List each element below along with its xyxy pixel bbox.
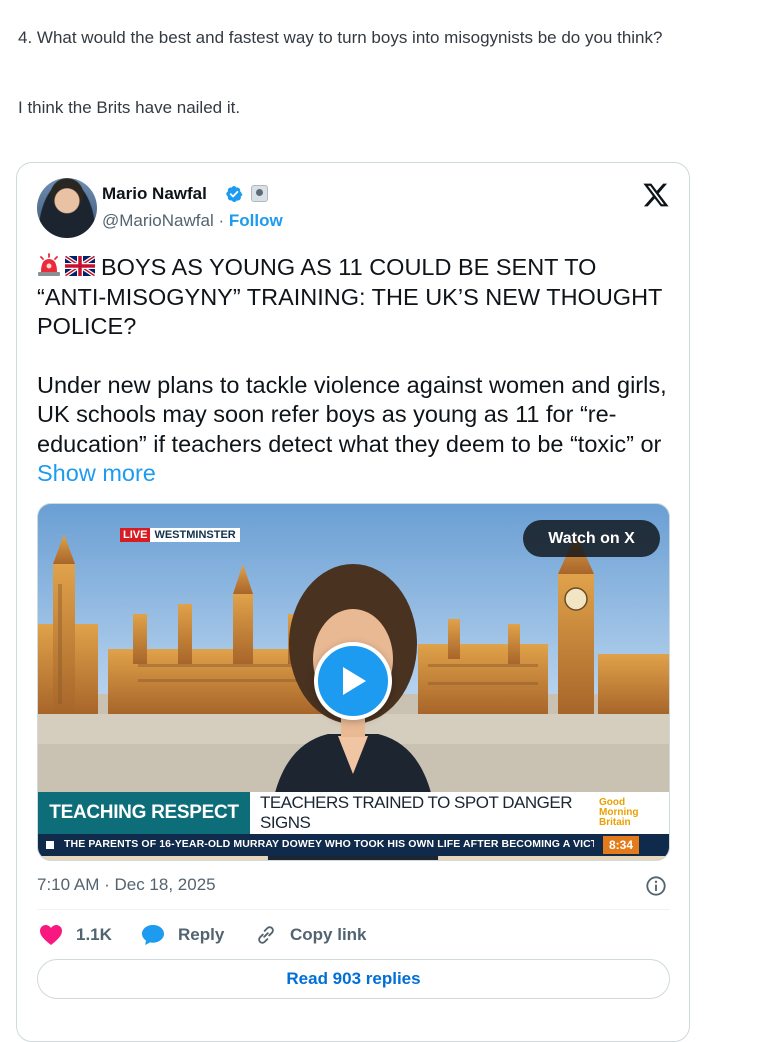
post-question: 4. What would the best and fastest way t… <box>18 28 663 47</box>
link-icon <box>258 926 274 944</box>
x-logo-icon[interactable] <box>641 181 671 209</box>
ticker-bullet <box>46 841 54 849</box>
tweet-text: BOYS AS YOUNG AS 11 COULD BE SENT TO “AN… <box>37 253 667 489</box>
tweet-headline: BOYS AS YOUNG AS 11 COULD BE SENT TO “AN… <box>37 254 662 339</box>
copy-link-label: Copy link <box>290 925 367 944</box>
verified-badge-icon <box>226 185 243 203</box>
reply-label: Reply <box>178 925 225 944</box>
play-button[interactable] <box>314 642 392 720</box>
post-reply: I think the Brits have nailed it. <box>18 98 241 117</box>
lower-third-topic: TEACHING RESPECT <box>38 792 250 834</box>
lower-third-headline: TEACHERS TRAINED TO SPOT DANGER SIGNS <box>250 792 595 834</box>
author-name[interactable]: Mario Nawfal <box>102 184 207 204</box>
show-more-link[interactable]: Show more <box>37 460 156 486</box>
ticker-clock: 8:34 <box>603 836 639 854</box>
video-player[interactable]: LIVE WESTMINSTER Watch on X TEACHING RES… <box>37 503 670 861</box>
tweet-timestamp[interactable]: 7:10 AM · Dec 18, 2025 <box>37 875 216 895</box>
channel-logo: Good Morning Britain <box>595 792 669 834</box>
avatar[interactable] <box>37 178 97 238</box>
embedded-tweet[interactable]: Mario Nawfal @MarioNawfal · Follow BOYS <box>16 162 690 1042</box>
divider <box>37 909 670 910</box>
location-label: WESTMINSTER <box>150 527 240 542</box>
live-location-tag: LIVE WESTMINSTER <box>120 527 240 542</box>
reply-bubble-icon <box>142 925 164 945</box>
ticker-text: THE PARENTS OF 16-YEAR-OLD MURRAY DOWEY … <box>64 838 594 850</box>
tweet-body-text: Under new plans to tackle violence again… <box>37 371 667 457</box>
read-replies-button[interactable]: Read 903 replies <box>37 959 670 999</box>
heart-icon <box>40 925 62 945</box>
watch-on-x-button[interactable]: Watch on X <box>523 520 660 557</box>
like-button[interactable]: 1.1K <box>39 923 112 947</box>
reply-button[interactable]: Reply <box>141 923 224 947</box>
author-handle[interactable]: @MarioNawfal <box>102 211 214 230</box>
live-label: LIVE <box>120 527 151 542</box>
police-light-emoji <box>38 253 60 276</box>
like-count: 1.1K <box>76 925 112 944</box>
copy-link-button[interactable]: Copy link <box>255 923 367 947</box>
news-ticker: THE PARENTS OF 16-YEAR-OLD MURRAY DOWEY … <box>38 834 669 856</box>
follow-link[interactable]: Follow <box>229 211 283 230</box>
separator-dot: · <box>218 211 225 230</box>
affiliate-badge-icon[interactable] <box>251 185 268 202</box>
brand-line-3: Britain <box>599 817 631 828</box>
play-icon <box>343 667 366 695</box>
handle-row: @MarioNawfal · Follow <box>102 211 283 231</box>
lower-third-banner: TEACHING RESPECT TEACHERS TRAINED TO SPO… <box>38 792 669 834</box>
uk-flag-emoji <box>65 255 95 277</box>
info-icon[interactable] <box>645 875 667 897</box>
